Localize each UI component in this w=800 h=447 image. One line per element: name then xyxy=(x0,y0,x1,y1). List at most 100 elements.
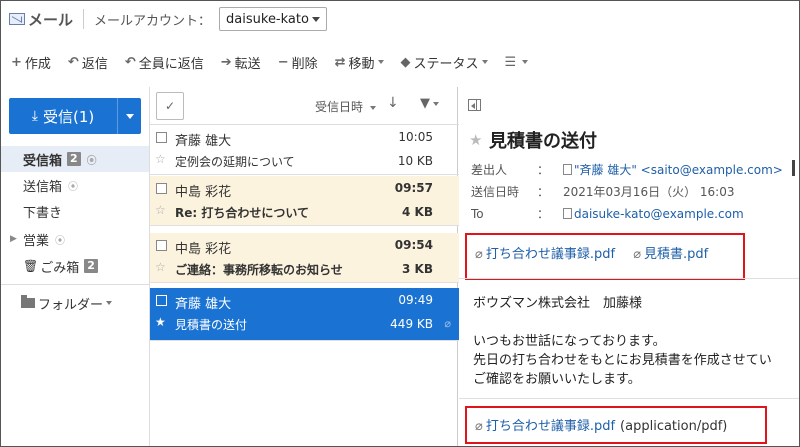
attachment-link[interactable]: 見積書.pdf xyxy=(644,247,708,262)
body-divider xyxy=(459,398,799,399)
collapse-pane-icon[interactable] xyxy=(468,99,481,111)
sort-dropdown[interactable]: 受信日時 xyxy=(315,98,376,115)
to-row: To ： daisuke-kato@example.com xyxy=(471,205,744,222)
forward-label: 転送 xyxy=(234,56,261,72)
forward-button[interactable]: ➔ 転送 xyxy=(221,53,261,72)
message-checkbox[interactable] xyxy=(156,132,167,143)
folders-menu[interactable]: フォルダー xyxy=(1,290,149,316)
list-item[interactable]: 斉藤 雄大 10:05 ☆ 定例会の延期について 10 KB xyxy=(150,125,459,175)
body-text-line: ご確認をお願いいたします。 xyxy=(473,372,641,387)
chevron-down-icon xyxy=(522,60,529,64)
message-checkbox[interactable] xyxy=(156,295,167,306)
from-value[interactable]: "斉藤 雄大" <saito@example.com> xyxy=(574,163,783,177)
account-select[interactable]: daisuke-kato xyxy=(219,7,327,31)
delete-button[interactable]: − 削除 xyxy=(278,53,318,72)
chevron-down-icon xyxy=(377,60,384,64)
message-subject: Re: 打ち合わせについて xyxy=(175,206,309,220)
app-title: メール xyxy=(28,10,74,29)
person-card-icon xyxy=(563,208,572,219)
to-value[interactable]: daisuke-kato@example.com xyxy=(574,207,744,221)
reply-all-button[interactable]: ↶ 全員に返信 xyxy=(125,53,204,72)
forward-icon: ➔ xyxy=(220,54,232,70)
move-button[interactable]: ⇄ 移動 xyxy=(335,53,384,72)
bottom-attachment: ⌀ 打ち合わせ議事録.pdf (application/pdf) xyxy=(475,415,727,434)
compose-button[interactable]: + 作成 xyxy=(11,53,51,72)
reply-button[interactable]: ↶ 返信 xyxy=(68,53,108,72)
attachment-type: (application/pdf) xyxy=(620,419,728,434)
download-icon: ⤓ xyxy=(31,108,38,124)
star-icon[interactable]: ☆ xyxy=(155,203,166,217)
more-menu-button[interactable]: ☰ xyxy=(505,55,529,70)
colon: ： xyxy=(537,207,550,221)
message-time: 10:05 xyxy=(398,130,433,144)
colon: ： xyxy=(537,163,550,177)
plus-icon: + xyxy=(11,54,22,70)
list-item[interactable]: 中島 彩花 09:54 ☆ ご連絡：事務所移転のお知らせ 3 KB xyxy=(150,233,459,283)
date-value: 2021年03月16日（火） 16:03 xyxy=(563,185,735,199)
reply-all-icon: ↶ xyxy=(124,54,136,70)
compose-label: 作成 xyxy=(24,56,51,72)
folder-sales[interactable]: ▶ 営業 ⦿ xyxy=(1,226,149,252)
message-list: ✓ 受信日時 ↓ ▼ 斉藤 雄大 10:05 ☆ 定例会の延期について 10 K… xyxy=(149,87,459,446)
message-time: 09:54 xyxy=(394,238,433,252)
attachments-list: ⌀ 打ち合わせ議事録.pdf ⌀ 見積書.pdf xyxy=(475,243,722,262)
select-all-checkbox[interactable]: ✓ xyxy=(156,92,184,120)
star-icon[interactable]: ☆ xyxy=(155,152,166,166)
receive-button[interactable]: ⤓ 受信(1) xyxy=(9,98,141,134)
message-subject-heading: 見積書の送付 xyxy=(489,131,597,152)
message-size: 3 KB xyxy=(402,262,433,276)
folder-trash[interactable]: 🗑 ごみ箱 2 xyxy=(1,253,149,279)
attachment-link[interactable]: 打ち合わせ議事録.pdf xyxy=(486,419,615,434)
mail-window: メール メールアカウント： daisuke-kato + 作成 ↶ 返信 ↶ 全… xyxy=(0,0,800,447)
list-item-selected[interactable]: 斉藤 雄大 09:49 ★ 見積書の送付 449 KB ⌀ xyxy=(150,288,459,341)
from-label: 差出人 xyxy=(471,163,508,177)
sync-icon: ⦿ xyxy=(55,235,66,247)
attachment-link[interactable]: 打ち合わせ議事録.pdf xyxy=(486,247,615,262)
reply-label: 返信 xyxy=(81,56,108,72)
star-icon[interactable]: ☆ xyxy=(155,260,166,274)
header-divider xyxy=(83,9,85,29)
folder-drafts[interactable]: 下書き xyxy=(1,198,149,224)
trash-icon: 🗑 xyxy=(23,259,39,273)
toolbar: + 作成 ↶ 返信 ↶ 全員に返信 ➔ 転送 − 削除 ⇄ 移動 ◆ ステータス xyxy=(1,45,799,79)
chevron-down-icon xyxy=(311,16,320,22)
sidebar-divider xyxy=(1,284,149,285)
star-icon[interactable]: ★ xyxy=(469,131,482,149)
person-card-icon xyxy=(563,164,572,175)
list-header: ✓ 受信日時 ↓ ▼ xyxy=(150,87,459,125)
reply-icon: ↶ xyxy=(67,54,79,70)
body-text-line: いつもお世話になっております。 xyxy=(473,334,666,349)
message-time: 09:57 xyxy=(394,181,433,195)
message-from: 斉藤 雄大 xyxy=(175,297,232,312)
delete-icon: − xyxy=(277,54,289,70)
sync-icon: ⦿ xyxy=(68,181,79,193)
folder-icon xyxy=(21,295,35,308)
message-from: 中島 彩花 xyxy=(175,185,232,200)
folder-sidebar: ⤓ 受信(1) 受信箱 2 ⦿ 送信箱 ⦿ 下書き ▶ 営業 ⦿ 🗑 ごみ箱 2… xyxy=(1,87,149,446)
receive-main[interactable]: ⤓ 受信(1) xyxy=(9,98,118,134)
folder-label: 受信箱 xyxy=(23,153,63,169)
message-checkbox[interactable] xyxy=(156,240,167,251)
filter-icon[interactable]: ▼ xyxy=(420,96,439,111)
message-checkbox[interactable] xyxy=(156,183,167,194)
message-size: 449 KB xyxy=(390,317,433,331)
receive-dropdown[interactable] xyxy=(118,98,141,134)
folder-label: 送信箱 xyxy=(23,179,63,195)
chevron-down-icon xyxy=(369,105,376,110)
sort-direction-icon[interactable]: ↓ xyxy=(387,95,399,111)
status-button[interactable]: ◆ ステータス xyxy=(401,53,488,72)
star-icon[interactable]: ★ xyxy=(155,315,166,329)
folder-label: 下書き xyxy=(23,205,63,221)
mail-icon xyxy=(9,13,25,25)
folder-sent[interactable]: 送信箱 ⦿ xyxy=(1,172,149,198)
reply-all-label: 全員に返信 xyxy=(138,56,204,72)
chevron-down-icon xyxy=(106,301,113,305)
folder-label: 営業 xyxy=(23,233,50,249)
account-label: メールアカウント： xyxy=(94,13,212,29)
folder-inbox[interactable]: 受信箱 2 ⦿ xyxy=(1,146,149,172)
move-label: 移動 xyxy=(348,56,375,72)
chevron-down-icon xyxy=(481,60,488,64)
expand-arrow-icon[interactable]: ▶ xyxy=(10,234,17,244)
check-icon: ✓ xyxy=(164,99,176,113)
list-item[interactable]: 中島 彩花 09:57 ☆ Re: 打ち合わせについて 4 KB xyxy=(150,176,459,226)
